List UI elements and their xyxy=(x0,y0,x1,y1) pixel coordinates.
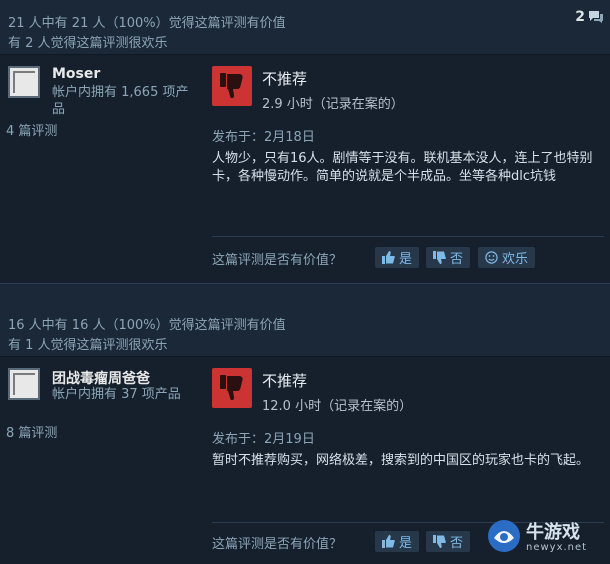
helpful-count-text: 21 人中有 21 人（100%）觉得这篇评测有价值 xyxy=(8,16,286,31)
thumbs-up-icon xyxy=(382,535,395,548)
vote-no-button[interactable]: 否 xyxy=(426,531,471,552)
helpful-count-text: 16 人中有 16 人（100%）觉得这篇评测有价值 xyxy=(8,318,286,333)
review-separator xyxy=(0,283,610,305)
watermark-site: newyx.net xyxy=(526,542,588,553)
smiley-icon xyxy=(485,251,498,264)
comment-count-link[interactable]: 2 xyxy=(575,9,604,25)
avatar[interactable] xyxy=(8,66,40,98)
playtime: 2.9 小时（记录在案的） xyxy=(262,97,404,112)
reviews-count[interactable]: 8 篇评测 xyxy=(6,422,57,441)
thumbs-down-badge xyxy=(212,368,252,408)
games-owned[interactable]: 帐户内拥有 37 项产品 xyxy=(8,386,192,403)
site-logo-icon xyxy=(488,520,520,552)
helpful-question: 这篇评测是否有价值？ xyxy=(212,253,343,268)
review-content: 暂时不推荐购买，网络极差，搜索到的中国区的玩家也卡的飞起。 xyxy=(212,453,590,468)
username[interactable]: 团战毒瘤周爸爸 xyxy=(52,368,150,388)
thumbs-down-badge xyxy=(212,66,252,106)
games-owned[interactable]: 帐户内拥有 1,665 项产品 xyxy=(52,84,192,118)
thumbs-down-icon xyxy=(433,251,446,264)
review-verdict[interactable]: 不推荐 xyxy=(262,370,307,391)
vote-no-button[interactable]: 否 xyxy=(426,247,471,268)
playtime: 12.0 小时（记录在案的） xyxy=(262,399,413,414)
vote-funny-button[interactable]: 欢乐 xyxy=(478,247,536,268)
review-content: 人物少，只有16人。剧情等于没有。联机基本没人，连上了也特别卡，各种慢动作。简单… xyxy=(212,151,593,184)
comment-icon xyxy=(589,11,603,23)
thumbs-up-icon xyxy=(382,251,395,264)
watermark: 牛游戏 newyx.net xyxy=(486,516,606,558)
helpful-question: 这篇评测是否有价值？ xyxy=(212,537,343,552)
review-card-2: 16 人中有 16 人（100%）觉得这篇评测有价值 有 1 人觉得这篇评测很欢… xyxy=(0,304,610,564)
divider xyxy=(212,236,604,237)
vote-yes-button[interactable]: 是 xyxy=(375,247,420,268)
vote-yes-label: 是 xyxy=(399,252,413,267)
vote-no-label: 否 xyxy=(450,536,464,551)
watermark-name: 牛游戏 xyxy=(526,522,580,543)
vote-yes-label: 是 xyxy=(399,536,413,551)
vote-no-label: 否 xyxy=(450,252,464,267)
review-card-1: 21 人中有 21 人（100%）觉得这篇评测有价值 有 2 人觉得这篇评测很欢… xyxy=(0,0,610,283)
review-header: 16 人中有 16 人（100%）觉得这篇评测有价值 有 1 人觉得这篇评测很欢… xyxy=(0,304,610,357)
thumbs-down-icon xyxy=(220,375,243,401)
review-header: 21 人中有 21 人（100%）觉得这篇评测有价值 有 2 人觉得这篇评测很欢… xyxy=(0,0,610,55)
funny-count-text: 有 1 人觉得这篇评测很欢乐 xyxy=(8,338,168,353)
vote-yes-button[interactable]: 是 xyxy=(375,531,420,552)
comment-count: 2 xyxy=(575,9,585,25)
thumbs-down-icon xyxy=(433,535,446,548)
username[interactable]: Moser xyxy=(52,66,100,82)
posted-date: 发布于：2月18日 xyxy=(212,130,315,145)
funny-count-text: 有 2 人觉得这篇评测很欢乐 xyxy=(8,36,168,51)
review-verdict[interactable]: 不推荐 xyxy=(262,68,307,89)
vote-funny-label: 欢乐 xyxy=(502,252,529,267)
thumbs-down-icon xyxy=(220,73,243,99)
posted-date: 发布于：2月19日 xyxy=(212,432,315,447)
reviews-count[interactable]: 4 篇评测 xyxy=(6,120,57,139)
